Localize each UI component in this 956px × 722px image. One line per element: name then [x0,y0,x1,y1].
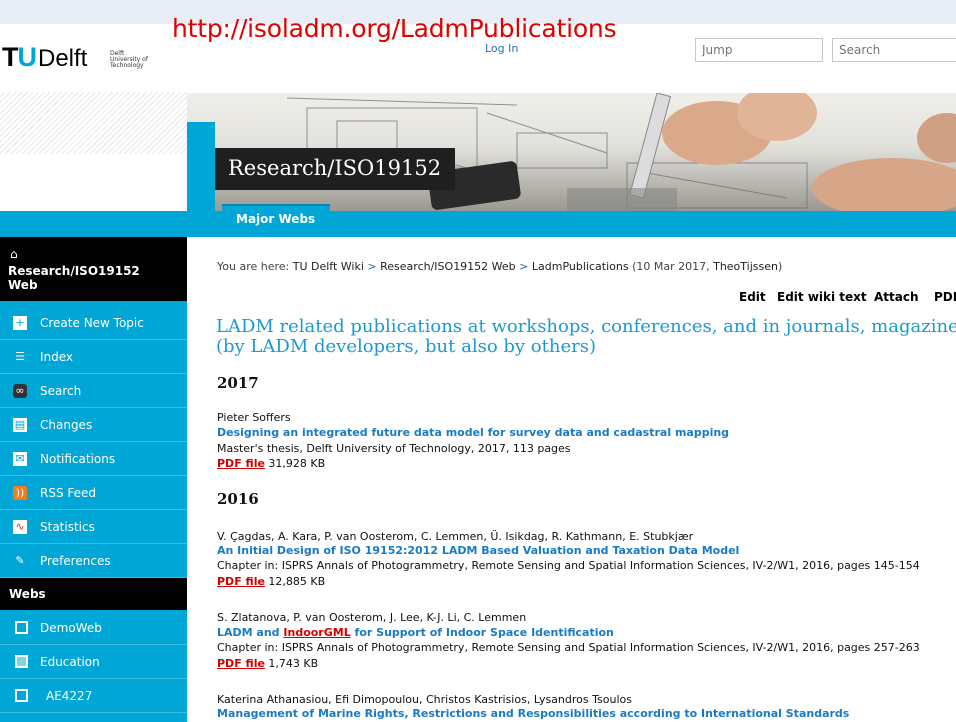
sidebar-item-notifications[interactable]: ✉ Notifications [0,443,187,476]
pub-title-wikiword: IndoorGML [283,626,351,639]
breadcrumb-item[interactable]: TU Delft Wiki [293,260,364,273]
pub-title-link[interactable]: LADM and IndoorGML for Support of Indoor… [217,626,614,640]
logo-u: U [17,42,37,72]
breadcrumb-close: ) [777,260,783,273]
pdf-file-size: 1,743 KB [268,657,319,670]
page-add-icon: + [13,316,27,330]
home-icon: ⌂ [10,247,18,261]
sidebar-item-index[interactable]: ☰ Index [0,341,187,374]
login-link[interactable]: Log In [485,42,518,55]
wrench-icon: ✎ [15,554,25,567]
mail-icon: ✉ [13,452,27,466]
pub-title-part: LADM and [217,626,284,639]
sidebar-item-create-new-topic[interactable]: + Create New Topic [0,307,187,340]
logo-subtitle: Delft University of Technology [110,51,148,69]
sidebar-web-header[interactable]: ⌂ Research/ISO19152 Web [0,237,187,301]
sidebar-item-rss-feed[interactable]: )) RSS Feed [0,477,187,510]
pdf-file-link[interactable]: PDF file [217,575,265,588]
pub-detail: Chapter in: ISPRS Annals of Photogrammet… [217,641,920,654]
breadcrumb-item[interactable]: Research/ISO19152 Web [380,260,516,273]
breadcrumb-separator: > [519,260,532,273]
changes-icon: ▤ [13,418,27,432]
page-title: LADM related publications at workshops, … [216,317,956,357]
logo-t: T [2,42,18,72]
web-box-icon [15,689,28,702]
pub-title-part: for Support of Indoor Space Identificati… [350,626,614,639]
pub-authors: V. Çagdas, A. Kara, P. van Oosterom, C. … [217,530,694,543]
pub-detail: Master's thesis, Delft University of Tec… [217,442,571,455]
breadcrumb: You are here: TU Delft Wiki > Research/I… [217,260,782,273]
pdf-button[interactable]: PDF [934,290,956,310]
year-heading-2016: 2016 [217,490,259,508]
page-title-line2: (by LADM developers, but also by others) [216,336,596,357]
breadcrumb-item[interactable]: LadmPublications [532,260,629,273]
breadcrumb-date: (10 Mar 2017, [632,260,710,273]
pdf-file-link[interactable]: PDF file [217,457,265,470]
sidebar-item-changes[interactable]: ▤ Changes [0,409,187,442]
page-title-line1: LADM related publications at workshops, … [216,316,956,337]
pub-authors: Katerina Athanasiou, Efi Dimopoulou, Chr… [217,693,632,706]
pub-title-link[interactable]: Management of Marine Rights, Restriction… [217,707,849,721]
sidebar-item-label: RSS Feed [40,486,97,500]
pub-authors: S. Zlatanova, P. van Oosterom, J. Lee, K… [217,611,527,624]
sidebar-web-ae4227[interactable]: AE4227 [0,680,187,713]
sidebar-item-label: Statistics [40,520,95,534]
sidebar-web-education[interactable]: Education [0,646,187,679]
rss-icon: )) [13,486,27,500]
pdf-file-size: 31,928 KB [268,457,326,470]
sidebar-item-label: Notifications [40,452,116,466]
sidebar-web-label: DemoWeb [40,621,102,635]
sidebar-item-search[interactable]: ∞ Search [0,375,187,408]
pub-authors: Pieter Soffers [217,411,291,424]
chart-icon: ∿ [13,520,27,534]
hero-title: Research/ISO19152 [228,156,442,180]
tab-major-webs[interactable]: Major Webs [222,204,330,232]
edit-button[interactable]: Edit [739,290,766,310]
logo-delft-text: Delft [38,45,88,72]
jump-input[interactable] [695,38,823,62]
web-box-icon [15,655,28,668]
pub-detail: Chapter in: ISPRS Annals of Photogrammet… [217,559,920,572]
logo-subtitle-3: Technology [110,62,144,69]
search-input[interactable] [832,38,956,62]
pub-title-link[interactable]: Designing an integrated future data mode… [217,426,729,440]
url-banner: http://isoladm.org/LadmPublications [172,14,617,43]
pub-pdf-row: PDF file 31,928 KB [217,457,325,471]
sidebar-webs-heading: Webs [0,578,187,610]
sidebar-item-label: Changes [40,418,93,432]
tab-band [0,211,956,237]
sidebar-item-label: Search [40,384,82,398]
breadcrumb-prefix: You are here: [217,260,290,273]
sidebar-web-title-text: Research/ISO19152 Web [8,264,140,292]
sidebar-web-demoweb[interactable]: DemoWeb [0,612,187,645]
breadcrumb-separator: > [367,260,381,273]
pub-title-link[interactable]: An Initial Design of ISO 19152:2012 LADM… [217,544,739,558]
pdf-file-size: 12,885 KB [268,575,326,588]
index-list-icon: ☰ [15,350,25,363]
sidebar-item-preferences[interactable]: ✎ Preferences [0,545,187,578]
pdf-file-link[interactable]: PDF file [217,657,265,670]
attach-button[interactable]: Attach [874,290,919,310]
hero-accent-bar [187,122,215,211]
edit-wiki-text-button[interactable]: Edit wiki text [777,290,867,310]
year-heading-2017: 2017 [217,374,259,392]
sidebar-web-label: Education [40,655,100,669]
sidebar-item-statistics[interactable]: ∿ Statistics [0,511,187,544]
pub-pdf-row: PDF file 12,885 KB [217,575,325,589]
tu-delft-logo[interactable]: TU Delft Delft University of Technology [2,36,187,76]
breadcrumb-author-link[interactable]: TheoTijssen [713,260,778,273]
sidebar-item-label: Preferences [40,554,111,568]
web-box-icon [15,621,28,634]
hatched-panel [0,92,187,154]
sidebar-item-label: Create New Topic [40,316,144,330]
pub-pdf-row: PDF file 1,743 KB [217,657,318,671]
sidebar-web-title: Research/ISO19152 Web [8,264,148,292]
sidebar-item-label: Index [40,350,74,364]
sidebar-web-label: AE4227 [46,689,93,703]
binoculars-icon: ∞ [13,384,27,398]
